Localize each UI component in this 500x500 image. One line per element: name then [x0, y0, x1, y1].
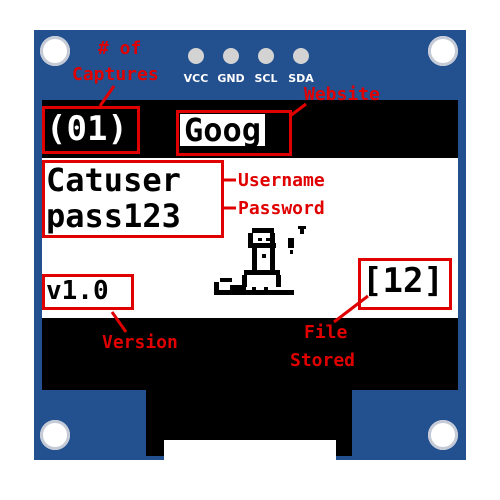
annotation-arrows [98, 85, 369, 333]
